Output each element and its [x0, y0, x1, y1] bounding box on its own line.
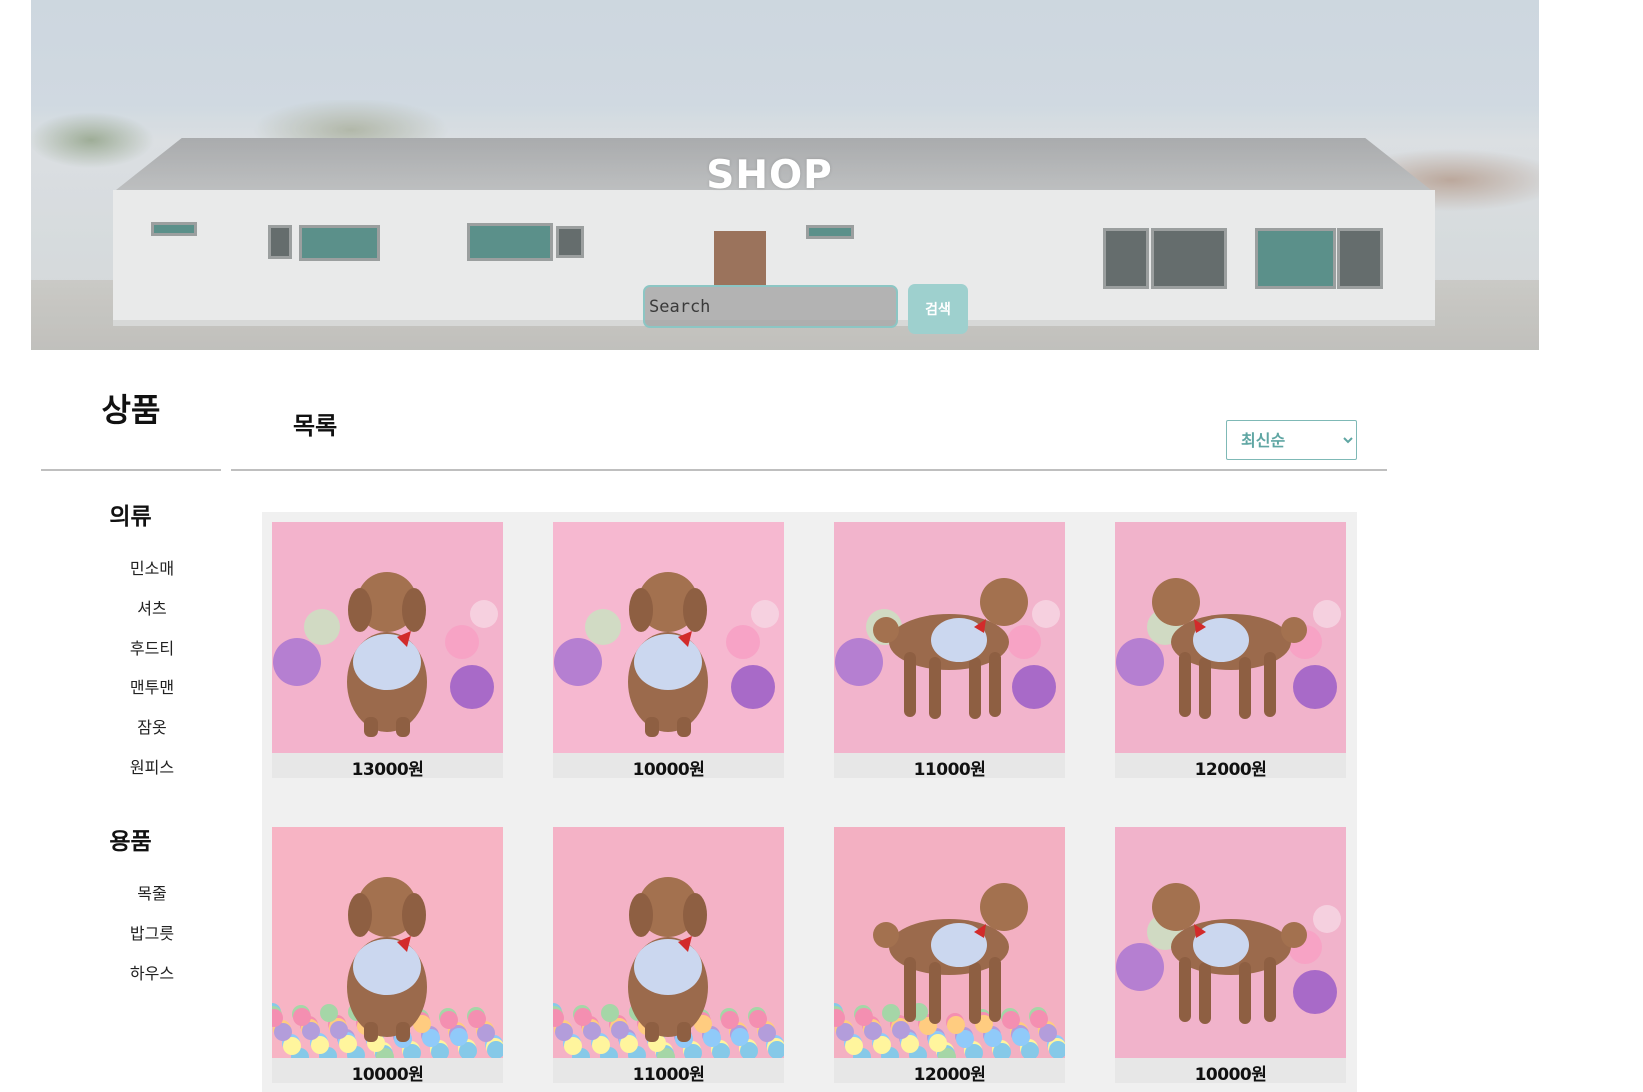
product-price: 11000원 [632, 1065, 705, 1085]
sidebar-divider [41, 469, 221, 471]
product-image[interactable] [1115, 522, 1346, 753]
category-item-sweatshirt[interactable]: 맨투맨 [118, 674, 186, 698]
category-item-leash[interactable]: 목줄 [118, 880, 186, 904]
product-card[interactable]: 10000원 [272, 827, 503, 1085]
list-title: 목록 [293, 412, 338, 440]
product-image[interactable] [553, 522, 784, 753]
product-image[interactable] [834, 522, 1065, 753]
product-card[interactable]: 12000원 [1115, 522, 1346, 780]
product-price: 12000원 [1194, 760, 1267, 780]
product-card[interactable]: 11000원 [553, 827, 784, 1085]
product-image[interactable] [272, 522, 503, 753]
product-price: 10000원 [632, 760, 705, 780]
product-price: 12000원 [913, 1065, 986, 1085]
product-price: 10000원 [351, 1065, 424, 1085]
category-item-bowl[interactable]: 밥그릇 [118, 920, 186, 944]
product-price: 10000원 [1194, 1065, 1267, 1085]
product-card[interactable]: 10000원 [1115, 827, 1346, 1085]
product-card[interactable]: 13000원 [272, 522, 503, 780]
search-input[interactable] [643, 285, 898, 328]
sidebar-title: 상품 [101, 391, 161, 429]
product-card[interactable]: 10000원 [553, 522, 784, 780]
category-item-house[interactable]: 하우스 [118, 960, 186, 984]
product-card[interactable]: 11000원 [834, 522, 1065, 780]
product-price: 11000원 [913, 760, 986, 780]
sort-select[interactable]: 최신순 [1226, 420, 1357, 460]
category-item-sleeveless[interactable]: 민소매 [118, 555, 186, 579]
product-image[interactable] [1115, 827, 1346, 1058]
category-item-onepiece[interactable]: 원피스 [118, 754, 186, 778]
product-image[interactable] [553, 827, 784, 1058]
category-item-shirts[interactable]: 셔츠 [118, 595, 186, 619]
hero-title: SHOP [706, 153, 833, 198]
list-divider [231, 469, 1387, 471]
product-card[interactable]: 12000원 [834, 827, 1065, 1085]
category-heading-supplies[interactable]: 용품 [108, 822, 153, 856]
product-image[interactable] [272, 827, 503, 1058]
category-item-hoodie[interactable]: 후드티 [118, 635, 186, 659]
product-image[interactable] [834, 827, 1065, 1058]
search-button[interactable]: 검색 [908, 284, 968, 334]
category-item-pajamas[interactable]: 잠옷 [118, 714, 186, 738]
product-price: 13000원 [351, 760, 424, 780]
category-heading-clothing[interactable]: 의류 [108, 497, 153, 531]
